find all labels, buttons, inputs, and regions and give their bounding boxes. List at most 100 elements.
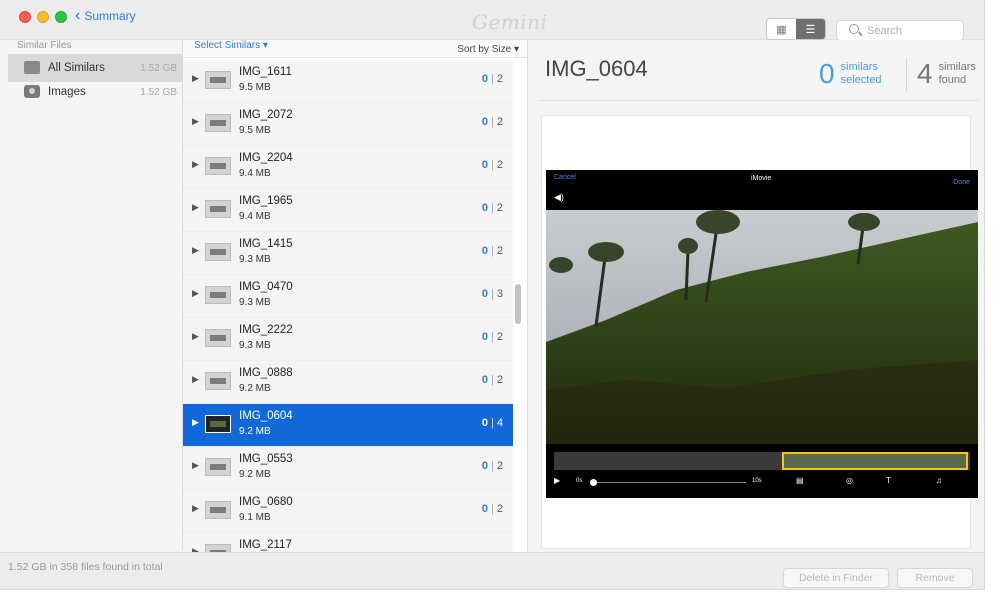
imovie-done-label: Done (953, 179, 970, 186)
search-field[interactable]: Search (836, 20, 964, 41)
disclosure-triangle-icon[interactable]: ▶ (192, 417, 199, 428)
delete-in-finder-button[interactable]: Delete in Finder (783, 568, 889, 588)
row-total-count: 3 (496, 288, 503, 300)
row-counts: 0 | 4 (482, 417, 503, 429)
list-row[interactable]: ▶ IMG_0604 9.2 MB 0 | 4 (183, 404, 513, 447)
chevron-left-icon: ‹ (75, 7, 81, 24)
row-counts: 0 | 2 (482, 116, 503, 128)
minimize-window-button[interactable] (37, 11, 49, 23)
close-window-button[interactable] (19, 11, 31, 23)
row-selected-count: 0 (481, 503, 489, 515)
row-counts: 0 | 2 (482, 73, 503, 85)
row-total-count: 2 (496, 374, 503, 386)
remove-button[interactable]: Remove (897, 568, 973, 588)
row-counts: 0 | 2 (482, 331, 503, 343)
app-logo: Gemini (472, 10, 548, 34)
row-selected-count: 0 (481, 245, 489, 257)
row-name: IMG_0553 (239, 453, 293, 465)
list-row[interactable]: ▶ IMG_1965 9.4 MB 0 | 2 (183, 189, 513, 232)
row-selected-count: 0 (481, 460, 489, 472)
row-size: 9.4 MB (239, 211, 271, 222)
disclosure-triangle-icon[interactable]: ▶ (192, 288, 199, 299)
list-row[interactable]: ▶ IMG_1415 9.3 MB 0 | 2 (183, 232, 513, 275)
row-counts: 0 | 2 (482, 202, 503, 214)
list-scrollbar[interactable] (515, 284, 521, 324)
row-size: 9.3 MB (239, 297, 271, 308)
titlebar: ‹ Summary Gemini ▦ ☰ Search (0, 0, 984, 41)
disclosure-triangle-icon[interactable]: ▶ (192, 503, 199, 514)
list-icon: ☰ (805, 23, 816, 36)
row-thumbnail (205, 286, 231, 304)
imovie-controls: ▶ 0s 10s ▤ ◎ T ♫ (546, 474, 978, 492)
similars-selected-count: 0 (819, 58, 835, 89)
detail-divider (539, 100, 979, 101)
grid-view-button[interactable]: ▦ (767, 19, 796, 39)
row-name: IMG_0888 (239, 367, 293, 379)
list-row[interactable]: ▶ IMG_1611 9.5 MB 0 | 2 (183, 60, 513, 103)
list-view-button[interactable]: ☰ (796, 19, 825, 39)
hillside-photo (546, 210, 978, 444)
row-counts: 0 | 2 (482, 159, 503, 171)
disclosure-triangle-icon[interactable]: ▶ (192, 202, 199, 213)
row-total-count: 2 (496, 73, 503, 85)
list-row[interactable]: ▶ IMG_2222 9.3 MB 0 | 2 (183, 318, 513, 361)
row-thumbnail (205, 544, 231, 552)
list-row[interactable]: ▶ IMG_2204 9.4 MB 0 | 2 (183, 146, 513, 189)
row-thumbnail (205, 243, 231, 261)
sidebar-item-size: 1.52 GB (140, 86, 177, 98)
list-row[interactable]: ▶ IMG_0680 9.1 MB 0 | 2 (183, 490, 513, 533)
row-thumbnail (205, 458, 231, 476)
list-row[interactable]: ▶ IMG_2117 (183, 533, 513, 552)
select-similars-menu[interactable]: Select Similars ▾ (194, 40, 268, 51)
disclosure-triangle-icon[interactable]: ▶ (192, 73, 199, 84)
row-selected-count: 0 (481, 331, 489, 343)
similars-found-count: 4 (917, 58, 933, 89)
grid-icon: ▦ (776, 23, 787, 36)
row-selected-count: 0 (481, 288, 489, 300)
list-row[interactable]: ▶ IMG_2072 9.5 MB 0 | 2 (183, 103, 513, 146)
row-name: IMG_1965 (239, 195, 293, 207)
disclosure-triangle-icon[interactable]: ▶ (192, 116, 199, 127)
back-label: Summary (84, 9, 136, 23)
count-separator: | (491, 503, 494, 515)
zoom-window-button[interactable] (55, 11, 67, 23)
list-row[interactable]: ▶ IMG_0553 9.2 MB 0 | 2 (183, 447, 513, 490)
sidebar-item-label: Images (48, 86, 86, 98)
similars-found-label-line2: found (938, 74, 967, 86)
count-separator: | (491, 245, 494, 257)
back-to-summary-button[interactable]: ‹ Summary (75, 7, 136, 24)
filter-icon: ◎ (846, 476, 853, 485)
disclosure-triangle-icon[interactable]: ▶ (192, 159, 199, 170)
row-total-count: 2 (496, 202, 503, 214)
disclosure-triangle-icon[interactable]: ▶ (192, 331, 199, 342)
row-name: IMG_0680 (239, 496, 293, 508)
disclosure-triangle-icon[interactable]: ▶ (192, 245, 199, 256)
row-counts: 0 | 2 (482, 460, 503, 472)
row-thumbnail (205, 501, 231, 519)
similars-found-stat: 4 similars found (917, 58, 976, 90)
row-size: 9.2 MB (239, 383, 271, 394)
row-name: IMG_1415 (239, 238, 293, 250)
row-total-count: 2 (496, 116, 503, 128)
list-row[interactable]: ▶ IMG_0888 9.2 MB 0 | 2 (183, 361, 513, 404)
similars-found-label: similars found (939, 61, 976, 87)
image-preview[interactable]: Cancel iMovie Done ◀) ▶ 0s 10s ▤ ◎ T ♫ (541, 115, 978, 549)
row-total-count: 2 (496, 245, 503, 257)
row-size: 9.5 MB (239, 82, 271, 93)
row-name: IMG_2072 (239, 109, 293, 121)
row-thumbnail (205, 114, 231, 132)
row-total-count: 2 (496, 503, 503, 515)
disclosure-triangle-icon[interactable]: ▶ (192, 460, 199, 471)
sidebar-item-images[interactable]: Images 1.52 GB (8, 78, 183, 106)
sort-by-menu[interactable]: Sort by Size ▾ (457, 44, 519, 55)
sidebar-header: Similar Files (17, 40, 72, 51)
row-thumbnail (205, 329, 231, 347)
imovie-topbar: Cancel iMovie Done (546, 170, 978, 190)
disclosure-triangle-icon[interactable]: ▶ (192, 374, 199, 385)
row-counts: 0 | 3 (482, 288, 503, 300)
play-icon: ▶ (554, 476, 561, 485)
list-row[interactable]: ▶ IMG_0470 9.3 MB 0 | 3 (183, 275, 513, 318)
timeline-selection (782, 452, 968, 470)
row-thumbnail (205, 200, 231, 218)
row-total-count: 4 (496, 417, 503, 429)
